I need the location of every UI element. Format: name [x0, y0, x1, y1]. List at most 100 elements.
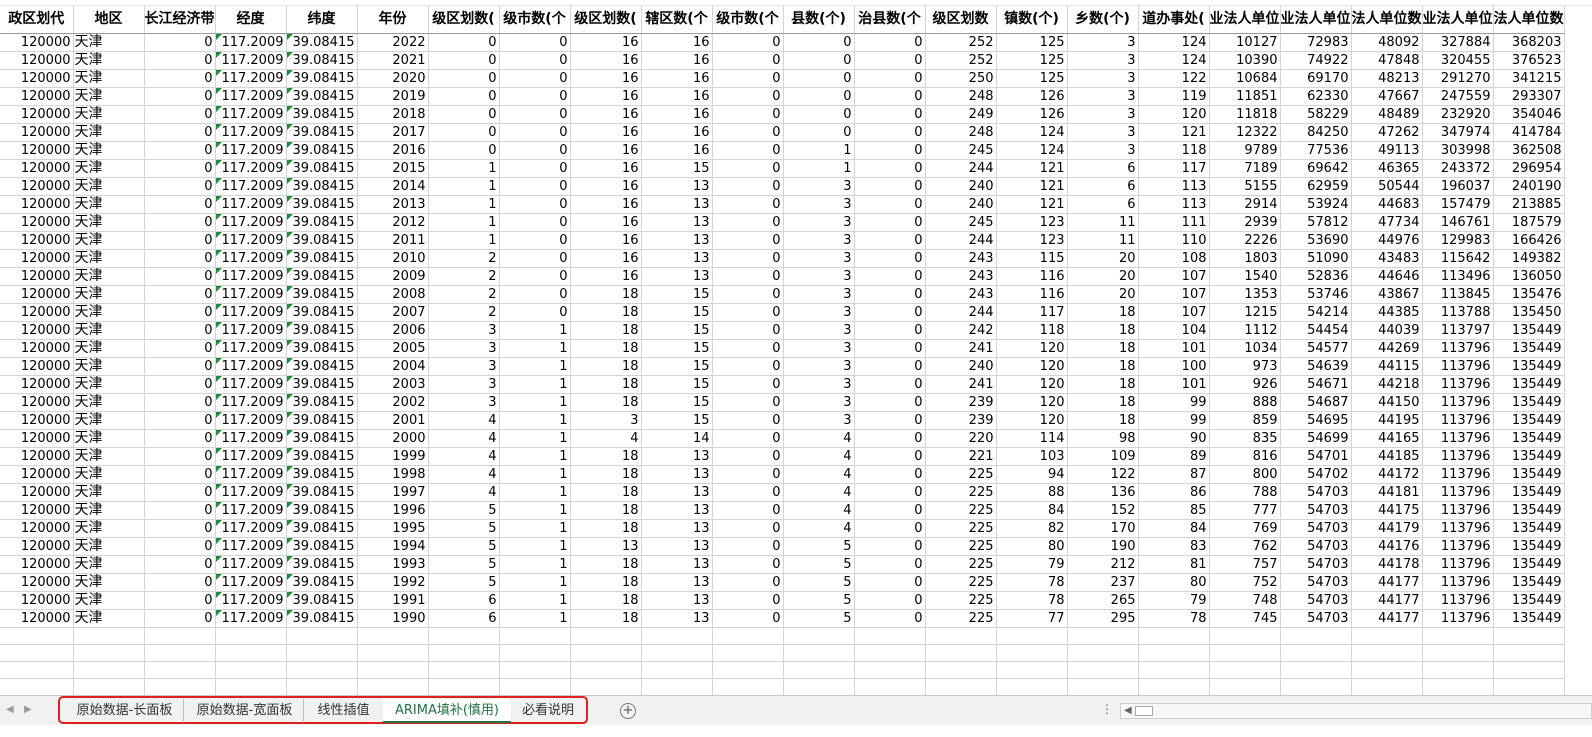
empty-cell[interactable]: [854, 661, 926, 679]
table-cell[interactable]: 0: [783, 33, 855, 52]
table-cell[interactable]: 39.08415: [286, 375, 358, 394]
table-cell[interactable]: 天津: [73, 321, 145, 340]
table-cell[interactable]: 0: [712, 33, 784, 52]
table-cell[interactable]: 53690: [1280, 231, 1352, 250]
table-cell[interactable]: 0: [783, 105, 855, 124]
table-cell[interactable]: 18: [570, 447, 642, 466]
table-cell[interactable]: 220: [925, 429, 997, 448]
table-cell[interactable]: 240: [925, 357, 997, 376]
column-header[interactable]: 年份: [357, 5, 429, 34]
table-cell[interactable]: 4: [428, 411, 500, 430]
table-cell[interactable]: 13: [641, 213, 713, 232]
empty-cell[interactable]: [641, 627, 713, 645]
table-cell[interactable]: 0: [854, 591, 926, 610]
table-cell[interactable]: 762: [1209, 537, 1281, 556]
table-cell[interactable]: 0: [144, 501, 216, 520]
table-cell[interactable]: 119: [1138, 87, 1210, 106]
table-cell[interactable]: 天津: [73, 33, 145, 52]
table-cell[interactable]: 39.08415: [286, 573, 358, 592]
table-cell[interactable]: 天津: [73, 285, 145, 304]
table-cell[interactable]: 237: [1067, 573, 1139, 592]
table-cell[interactable]: 0: [428, 87, 500, 106]
empty-cell[interactable]: [357, 678, 429, 695]
table-cell[interactable]: 0: [712, 285, 784, 304]
table-cell[interactable]: 117.2009: [215, 447, 287, 466]
table-cell[interactable]: 18: [570, 501, 642, 520]
table-cell[interactable]: 54703: [1280, 555, 1352, 574]
table-cell[interactable]: 13: [641, 483, 713, 502]
empty-cell[interactable]: [1422, 661, 1494, 679]
table-cell[interactable]: 0: [712, 393, 784, 412]
table-cell[interactable]: 0: [144, 411, 216, 430]
table-cell[interactable]: 121: [1138, 123, 1210, 142]
table-cell[interactable]: 1112: [1209, 321, 1281, 340]
table-cell[interactable]: 117.2009: [215, 51, 287, 70]
table-cell[interactable]: 13: [641, 573, 713, 592]
table-cell[interactable]: 117.2009: [215, 609, 287, 628]
table-cell[interactable]: 53746: [1280, 285, 1352, 304]
table-cell[interactable]: 16: [641, 87, 713, 106]
table-cell[interactable]: 245: [925, 141, 997, 160]
table-cell[interactable]: 120000: [0, 51, 74, 70]
table-cell[interactable]: 54703: [1280, 483, 1352, 502]
table-cell[interactable]: 0: [144, 429, 216, 448]
table-cell[interactable]: 0: [499, 87, 571, 106]
table-cell[interactable]: 108: [1138, 249, 1210, 268]
table-cell[interactable]: 816: [1209, 447, 1281, 466]
empty-cell[interactable]: [1280, 678, 1352, 695]
table-cell[interactable]: 122: [1138, 69, 1210, 88]
column-header[interactable]: 县数(个): [783, 5, 855, 34]
table-cell[interactable]: 54454: [1280, 321, 1352, 340]
table-cell[interactable]: 0: [712, 195, 784, 214]
table-cell[interactable]: 54214: [1280, 303, 1352, 322]
empty-cell[interactable]: [1209, 644, 1281, 662]
table-cell[interactable]: 天津: [73, 501, 145, 520]
table-cell[interactable]: 天津: [73, 123, 145, 142]
table-cell[interactable]: 124: [1138, 51, 1210, 70]
table-cell[interactable]: 39.08415: [286, 231, 358, 250]
table-cell[interactable]: 54702: [1280, 465, 1352, 484]
table-cell[interactable]: 117.2009: [215, 285, 287, 304]
table-cell[interactable]: 18: [1067, 411, 1139, 430]
empty-cell[interactable]: [1351, 678, 1423, 695]
table-cell[interactable]: 44165: [1351, 429, 1423, 448]
table-cell[interactable]: 18: [570, 393, 642, 412]
table-cell[interactable]: 117.2009: [215, 159, 287, 178]
table-cell[interactable]: 0: [712, 321, 784, 340]
table-cell[interactable]: 47262: [1351, 123, 1423, 142]
table-cell[interactable]: 117.2009: [215, 231, 287, 250]
table-cell[interactable]: 777: [1209, 501, 1281, 520]
table-cell[interactable]: 3: [1067, 105, 1139, 124]
table-cell[interactable]: 241: [925, 339, 997, 358]
table-cell[interactable]: 113796: [1422, 591, 1494, 610]
table-cell[interactable]: 1353: [1209, 285, 1281, 304]
table-cell[interactable]: 4: [783, 465, 855, 484]
column-header[interactable]: 业法人单位数: [1422, 5, 1494, 34]
table-cell[interactable]: 0: [854, 537, 926, 556]
table-cell[interactable]: 44683: [1351, 195, 1423, 214]
table-cell[interactable]: 54695: [1280, 411, 1352, 430]
table-cell[interactable]: 120000: [0, 321, 74, 340]
table-cell[interactable]: 0: [144, 447, 216, 466]
table-cell[interactable]: 0: [499, 105, 571, 124]
table-cell[interactable]: 18: [1067, 393, 1139, 412]
table-cell[interactable]: 1034: [1209, 339, 1281, 358]
table-cell[interactable]: 117.2009: [215, 141, 287, 160]
table-cell[interactable]: 100: [1138, 357, 1210, 376]
table-cell[interactable]: 13: [641, 177, 713, 196]
table-cell[interactable]: 4: [783, 447, 855, 466]
column-header[interactable]: 长江经济带: [144, 5, 216, 34]
table-cell[interactable]: 120000: [0, 267, 74, 286]
table-cell[interactable]: 117.2009: [215, 213, 287, 232]
table-cell[interactable]: 4: [428, 465, 500, 484]
table-cell[interactable]: 39.08415: [286, 357, 358, 376]
table-cell[interactable]: 0: [854, 321, 926, 340]
table-cell[interactable]: 13: [641, 267, 713, 286]
empty-cell[interactable]: [499, 644, 571, 662]
table-cell[interactable]: 84250: [1280, 123, 1352, 142]
table-cell[interactable]: 43483: [1351, 249, 1423, 268]
table-cell[interactable]: 0: [144, 105, 216, 124]
empty-cell[interactable]: [712, 644, 784, 662]
sheet-tab[interactable]: 必看说明: [512, 699, 584, 723]
table-cell[interactable]: 58229: [1280, 105, 1352, 124]
